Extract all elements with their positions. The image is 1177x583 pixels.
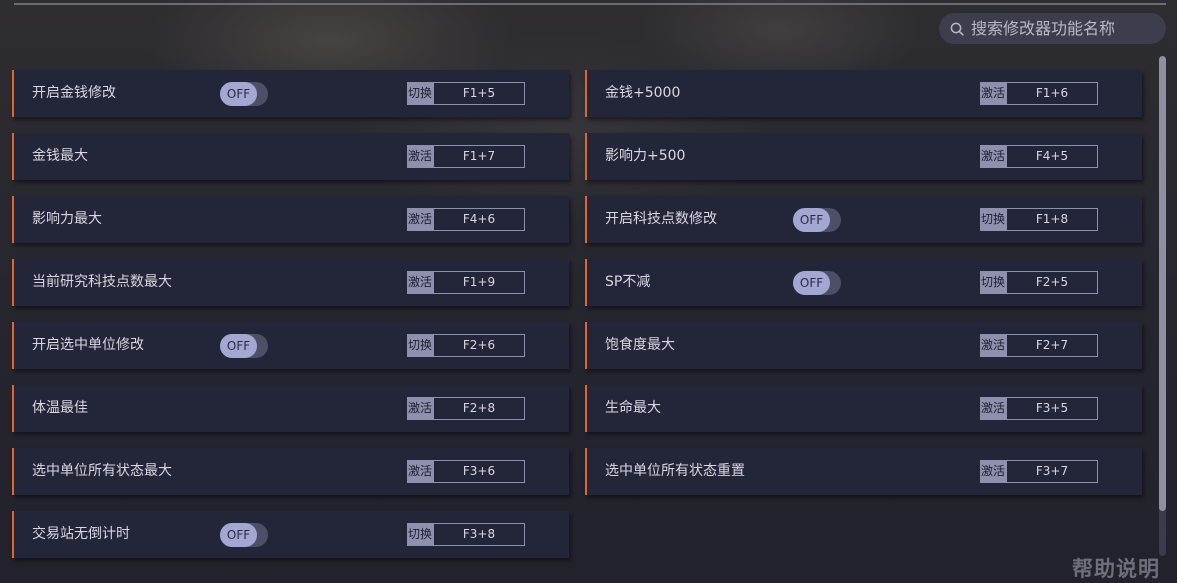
cheat-label: 交易站无倒计时: [32, 526, 130, 542]
cheat-label: 金钱+5000: [605, 85, 681, 101]
toggle-state: OFF: [793, 271, 830, 295]
trainer-window: 开启金钱修改 OFF 切换 F1+5 金钱+5000 激活 F1+6 金钱最大 …: [0, 0, 1177, 583]
cheat-row: 选中单位所有状态重置 激活 F3+7: [585, 448, 1142, 495]
hotkey-key: F4+5: [1006, 145, 1098, 168]
hotkey-button[interactable]: 切换 F1+8: [980, 208, 1098, 231]
hotkey-key: F3+6: [433, 460, 525, 483]
scrollbar[interactable]: [1159, 56, 1166, 556]
cheat-label: SP不减: [605, 274, 651, 290]
cheat-row: 开启选中单位修改 OFF 切换 F2+6: [12, 322, 569, 369]
hotkey-action: 激活: [407, 397, 433, 420]
cheat-toggle[interactable]: OFF: [793, 271, 841, 295]
cheat-row: 选中单位所有状态最大 激活 F3+6: [12, 448, 569, 495]
hotkey-button[interactable]: 激活 F1+7: [407, 145, 525, 168]
toggle-state: OFF: [220, 523, 257, 547]
hotkey-action: 激活: [407, 460, 433, 483]
hotkey-action: 激活: [407, 145, 433, 168]
hotkey-action: 激活: [407, 208, 433, 231]
hotkey-button[interactable]: 激活 F3+5: [980, 397, 1098, 420]
cheat-label: 开启金钱修改: [32, 85, 116, 101]
hotkey-action: 切换: [407, 334, 433, 357]
cheat-row: 当前研究科技点数最大 激活 F1+9: [12, 259, 569, 306]
cheat-label: 当前研究科技点数最大: [32, 274, 172, 290]
hotkey-key: F3+7: [1006, 460, 1098, 483]
hotkey-action: 切换: [980, 271, 1006, 294]
cheat-toggle[interactable]: OFF: [220, 334, 268, 358]
cheat-row: 交易站无倒计时 OFF 切换 F3+8: [12, 511, 569, 558]
hotkey-key: F3+5: [1006, 397, 1098, 420]
cheat-row: 金钱最大 激活 F1+7: [12, 133, 569, 180]
cheat-row: 生命最大 激活 F3+5: [585, 385, 1142, 432]
cheat-toggle[interactable]: OFF: [220, 82, 268, 106]
cheat-toggle[interactable]: OFF: [793, 208, 841, 232]
hotkey-button[interactable]: 激活 F3+6: [407, 460, 525, 483]
hotkey-action: 激活: [407, 271, 433, 294]
hotkey-key: F1+5: [433, 82, 525, 105]
cheat-label: 开启选中单位修改: [32, 337, 144, 353]
hotkey-key: F2+6: [433, 334, 525, 357]
hotkey-button[interactable]: 激活 F2+8: [407, 397, 525, 420]
cheat-row: 开启科技点数修改 OFF 切换 F1+8: [585, 196, 1142, 243]
hotkey-key: F1+9: [433, 271, 525, 294]
hotkey-button[interactable]: 激活 F1+9: [407, 271, 525, 294]
hotkey-button[interactable]: 激活 F4+6: [407, 208, 525, 231]
hotkey-action: 激活: [980, 145, 1006, 168]
hotkey-button[interactable]: 激活 F3+7: [980, 460, 1098, 483]
toggle-state: OFF: [220, 334, 257, 358]
hotkey-button[interactable]: 切换 F2+5: [980, 271, 1098, 294]
hotkey-key: F1+7: [433, 145, 525, 168]
cheat-row: 影响力+500 激活 F4+5: [585, 133, 1142, 180]
hotkey-action: 切换: [980, 208, 1006, 231]
hotkey-key: F2+8: [433, 397, 525, 420]
cheat-row: 金钱+5000 激活 F1+6: [585, 70, 1142, 117]
help-link[interactable]: 帮助说明: [1072, 553, 1160, 583]
hotkey-button[interactable]: 切换 F3+8: [407, 523, 525, 546]
search-icon: [950, 22, 964, 36]
cheat-row: 饱食度最大 激活 F2+7: [585, 322, 1142, 369]
hotkey-button[interactable]: 切换 F1+5: [407, 82, 525, 105]
cheat-label: 影响力+500: [605, 148, 686, 164]
search-box[interactable]: [939, 13, 1166, 44]
hotkey-key: F2+7: [1006, 334, 1098, 357]
cheat-label: 生命最大: [605, 400, 661, 416]
toggle-state: OFF: [220, 82, 257, 106]
hotkey-key: F3+8: [433, 523, 525, 546]
hotkey-button[interactable]: 切换 F2+6: [407, 334, 525, 357]
cheat-label: 体温最佳: [32, 400, 88, 416]
search-input[interactable]: [971, 19, 1161, 38]
hotkey-action: 切换: [407, 523, 433, 546]
hotkey-key: F2+5: [1006, 271, 1098, 294]
hotkey-key: F4+6: [433, 208, 525, 231]
hotkey-action: 激活: [980, 460, 1006, 483]
cheat-label: 金钱最大: [32, 148, 88, 164]
cheat-row: 影响力最大 激活 F4+6: [12, 196, 569, 243]
cheat-row: 开启金钱修改 OFF 切换 F1+5: [12, 70, 569, 117]
cheat-label: 影响力最大: [32, 211, 102, 227]
hotkey-key: F1+6: [1006, 82, 1098, 105]
cheat-toggle[interactable]: OFF: [220, 523, 268, 547]
hotkey-action: 激活: [980, 397, 1006, 420]
cheat-label: 饱食度最大: [605, 337, 675, 353]
scrollbar-thumb[interactable]: [1159, 56, 1166, 511]
cheat-row: SP不减 OFF 切换 F2+5: [585, 259, 1142, 306]
top-divider: [14, 3, 1166, 5]
cheat-label: 选中单位所有状态最大: [32, 463, 172, 479]
hotkey-button[interactable]: 激活 F4+5: [980, 145, 1098, 168]
hotkey-key: F1+8: [1006, 208, 1098, 231]
toggle-state: OFF: [793, 208, 830, 232]
cheat-row: 体温最佳 激活 F2+8: [12, 385, 569, 432]
cheat-label: 开启科技点数修改: [605, 211, 717, 227]
cheat-label: 选中单位所有状态重置: [605, 463, 745, 479]
hotkey-action: 激活: [980, 334, 1006, 357]
hotkey-button[interactable]: 激活 F2+7: [980, 334, 1098, 357]
hotkey-action: 切换: [407, 82, 433, 105]
hotkey-action: 激活: [980, 82, 1006, 105]
hotkey-button[interactable]: 激活 F1+6: [980, 82, 1098, 105]
